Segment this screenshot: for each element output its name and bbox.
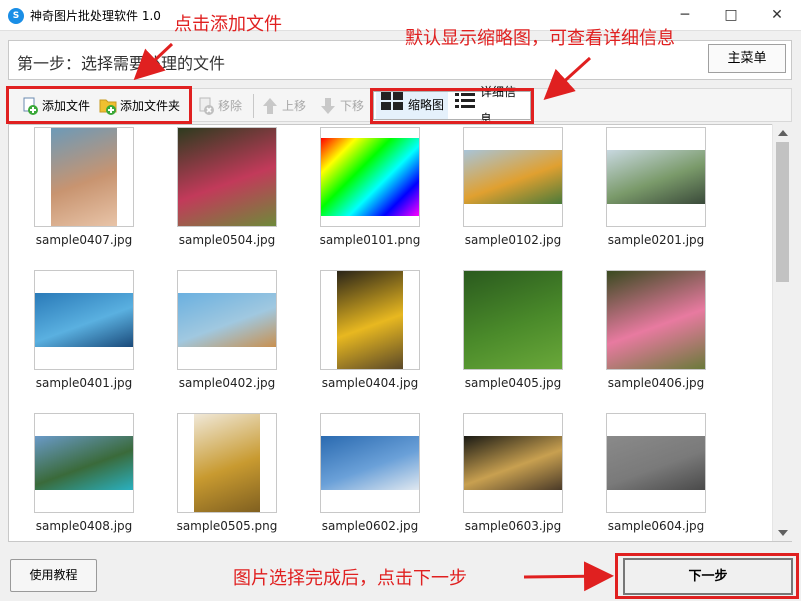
thumbnail-item[interactable]: sample0102.jpg (438, 127, 568, 257)
arrow-to-next-button (523, 561, 614, 592)
move-down-button[interactable]: 下移 (319, 93, 364, 119)
thumbnail-image (320, 413, 420, 513)
thumbnail-filename: sample0404.jpg (321, 376, 419, 390)
thumbnail-item[interactable]: sample0406.jpg (581, 270, 711, 400)
add-folder-icon (99, 97, 117, 115)
add-file-icon (21, 97, 39, 115)
scroll-up-arrow-icon[interactable] (778, 130, 788, 136)
thumbnail-item[interactable]: sample0408.jpg (9, 413, 139, 541)
thumbnail-view-button[interactable]: 缩略图 (376, 91, 449, 121)
thumbnail-filename: sample0401.jpg (35, 376, 133, 390)
thumbnail-image (320, 270, 420, 370)
tutorial-button[interactable]: 使用教程 (10, 559, 97, 592)
annotation-click-add: 点击添加文件 (174, 14, 282, 35)
title-bar: S 神奇图片批处理软件 1.0 ─ □ ✕ (0, 0, 801, 31)
close-button[interactable]: ✕ (754, 0, 800, 30)
thumbnail-view-label: 缩略图 (408, 98, 445, 112)
thumbnail-filename: sample0407.jpg (35, 233, 133, 247)
thumbnail-item[interactable]: sample0603.jpg (438, 413, 568, 541)
thumbnail-item[interactable]: sample0404.jpg (295, 270, 425, 400)
next-step-button[interactable]: 下一步 (623, 558, 793, 595)
thumbnail-image (606, 270, 706, 370)
list-icon (454, 91, 476, 121)
thumbnail-image (177, 127, 277, 227)
vertical-scrollbar[interactable] (772, 124, 792, 541)
thumbnail-image (34, 270, 134, 370)
thumbnail-image (463, 270, 563, 370)
thumbnail-image (34, 413, 134, 513)
thumbnail-item[interactable]: sample0604.jpg (581, 413, 711, 541)
detail-view-button[interactable]: 详细信息 (450, 85, 530, 126)
thumbnail-image (463, 413, 563, 513)
arrow-up-icon (261, 97, 279, 115)
thumbnail-grid-icon (380, 91, 404, 121)
thumbnail-filename: sample0408.jpg (35, 519, 133, 533)
scrollbar-thumb[interactable] (776, 142, 789, 282)
thumbnail-filename: sample0406.jpg (607, 376, 705, 390)
thumbnail-image (320, 127, 420, 227)
add-file-label: 添加文件 (42, 99, 91, 113)
thumbnail-image (177, 270, 277, 370)
add-folder-label: 添加文件夹 (120, 99, 181, 113)
thumbnail-filename: sample0102.jpg (464, 233, 562, 247)
thumbnail-filename: sample0505.png (176, 519, 278, 533)
remove-button[interactable]: 移除 (197, 93, 242, 119)
thumbnail-item[interactable]: sample0504.jpg (152, 127, 282, 257)
thumbnail-image (463, 127, 563, 227)
thumbnail-image (34, 127, 134, 227)
thumbnail-image (606, 413, 706, 513)
thumbnail-filename: sample0604.jpg (607, 519, 705, 533)
thumbnail-filename: sample0603.jpg (464, 519, 562, 533)
step-title: 第一步：选择需要处理的文件 (17, 54, 226, 73)
remove-icon (197, 97, 215, 115)
thumbnail-grid: sample0407.jpg sample0504.jpg sample0101.p… (8, 124, 792, 542)
thumbnail-item[interactable]: sample0405.jpg (438, 270, 568, 400)
thumbnail-item[interactable]: sample0505.png (152, 413, 282, 541)
thumbnail-item[interactable]: sample0201.jpg (581, 127, 711, 257)
arrow-down-icon (319, 97, 337, 115)
move-down-label: 下移 (340, 99, 365, 113)
thumbnail-filename: sample0402.jpg (178, 376, 276, 390)
remove-label: 移除 (218, 99, 243, 113)
maximize-button[interactable]: □ (708, 0, 754, 30)
thumbnail-image (606, 127, 706, 227)
annotation-default-thumbnail: 默认显示缩略图，可查看详细信息 (405, 28, 675, 49)
main-menu-button[interactable]: 主菜单 (708, 44, 786, 73)
thumbnail-item[interactable]: sample0402.jpg (152, 270, 282, 400)
add-file-button[interactable]: 添加文件 (21, 93, 90, 119)
add-folder-button[interactable]: 添加文件夹 (99, 93, 180, 119)
thumbnail-item[interactable]: sample0401.jpg (9, 270, 139, 400)
app-icon: S (8, 8, 24, 24)
annotation-click-next: 图片选择完成后，点击下一步 (233, 568, 467, 589)
thumbnail-item[interactable]: sample0407.jpg (9, 127, 139, 257)
move-up-button[interactable]: 上移 (261, 93, 306, 119)
move-up-label: 上移 (282, 99, 307, 113)
scroll-down-arrow-icon[interactable] (778, 530, 788, 536)
view-toggle-group: 缩略图 详细信息 (373, 85, 531, 126)
thumbnail-filename: sample0602.jpg (321, 519, 419, 533)
thumbnail-item[interactable]: sample0101.png (295, 127, 425, 257)
thumbnail-filename: sample0101.png (319, 233, 421, 247)
thumbnail-filename: sample0504.jpg (178, 233, 276, 247)
thumbnail-item[interactable]: sample0602.jpg (295, 413, 425, 541)
window-title: 神奇图片批处理软件 1.0 (30, 9, 161, 23)
toolbar-divider (253, 94, 254, 118)
toolbar-divider (191, 94, 192, 118)
thumbnail-filename: sample0405.jpg (464, 376, 562, 390)
thumbnail-filename: sample0201.jpg (607, 233, 705, 247)
thumbnail-image (177, 413, 277, 513)
